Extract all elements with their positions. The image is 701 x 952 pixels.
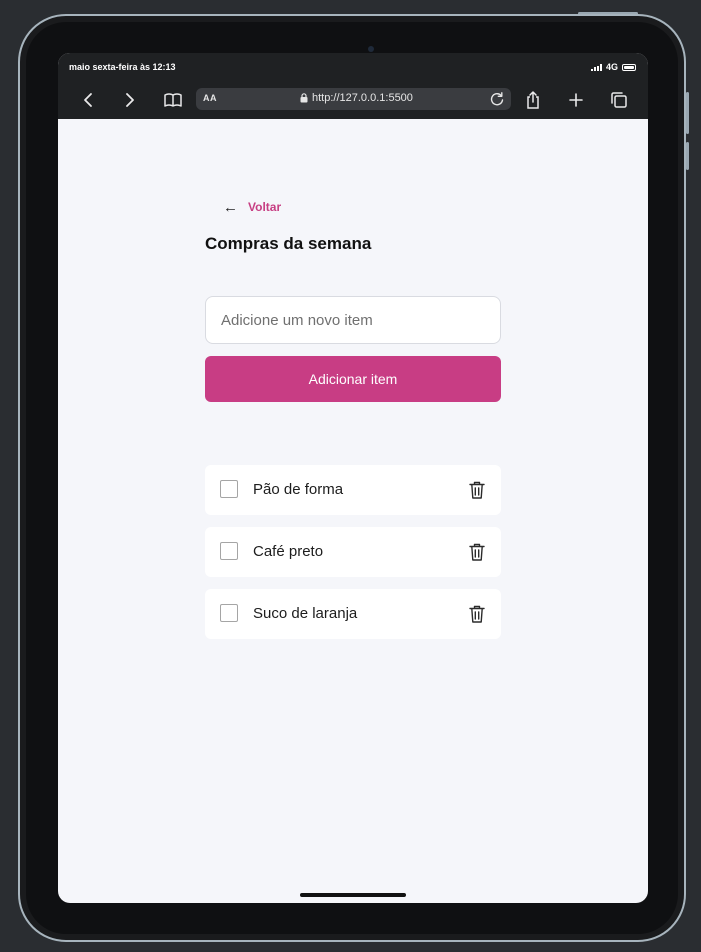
- status-time: maio sexta-feira às 12:13: [69, 62, 176, 72]
- item-label: Suco de laranja: [253, 605, 358, 622]
- battery-icon: [622, 63, 636, 71]
- url-display[interactable]: http://127.0.0.1:5500: [300, 92, 413, 104]
- url-text: http://127.0.0.1:5500: [312, 92, 413, 104]
- reload-icon[interactable]: [489, 91, 505, 107]
- network-label: 4G: [605, 62, 618, 72]
- list-item: Suco de laranja: [205, 589, 501, 639]
- new-item-input[interactable]: [205, 296, 501, 344]
- back-link[interactable]: ← Voltar: [223, 198, 501, 216]
- camera: [368, 46, 374, 52]
- plus-icon[interactable]: [563, 87, 589, 113]
- list-item: Café preto: [205, 527, 501, 577]
- page-title: Compras da semana: [205, 234, 372, 253]
- item-checkbox[interactable]: [220, 604, 238, 622]
- list-item: Pão de forma: [205, 465, 501, 515]
- browser-top-bar: maio sexta-feira às 12:13 4G AA http://1…: [58, 53, 648, 119]
- trash-icon[interactable]: [468, 542, 486, 562]
- lock-icon: [300, 93, 308, 103]
- home-indicator[interactable]: [300, 893, 406, 897]
- item-label: Café preto: [253, 543, 324, 560]
- screen: maio sexta-feira às 12:13 4G AA http://1…: [58, 53, 648, 903]
- item-checkbox[interactable]: [220, 480, 238, 498]
- chevron-right-icon[interactable]: [117, 87, 143, 113]
- address-bar[interactable]: AA http://127.0.0.1:5500: [196, 88, 511, 110]
- reader-aa-button[interactable]: AA: [203, 93, 217, 103]
- trash-icon[interactable]: [468, 604, 486, 624]
- browser-toolbar: AA http://127.0.0.1:5500: [58, 87, 648, 113]
- back-label[interactable]: Voltar: [248, 200, 281, 214]
- item-label: Pão de forma: [253, 481, 344, 498]
- arrow-left-icon[interactable]: ←: [223, 200, 238, 215]
- share-icon[interactable]: [520, 87, 546, 113]
- signal-icon: [590, 63, 602, 71]
- volume-down-button: [686, 142, 689, 170]
- item-checkbox[interactable]: [220, 542, 238, 560]
- volume-up-button: [686, 92, 689, 134]
- status-indicators: 4G: [590, 62, 636, 72]
- shopping-list-page: ← Voltar Compras da semana Adicionar ite…: [205, 198, 501, 651]
- trash-icon[interactable]: [468, 480, 486, 500]
- chevron-left-icon[interactable]: [75, 87, 101, 113]
- book-icon[interactable]: [160, 87, 186, 113]
- tabs-icon[interactable]: [606, 87, 632, 113]
- item-list: Pão de forma Café preto Suco de laranja: [205, 465, 501, 639]
- add-item-button[interactable]: Adicionar item: [205, 356, 501, 402]
